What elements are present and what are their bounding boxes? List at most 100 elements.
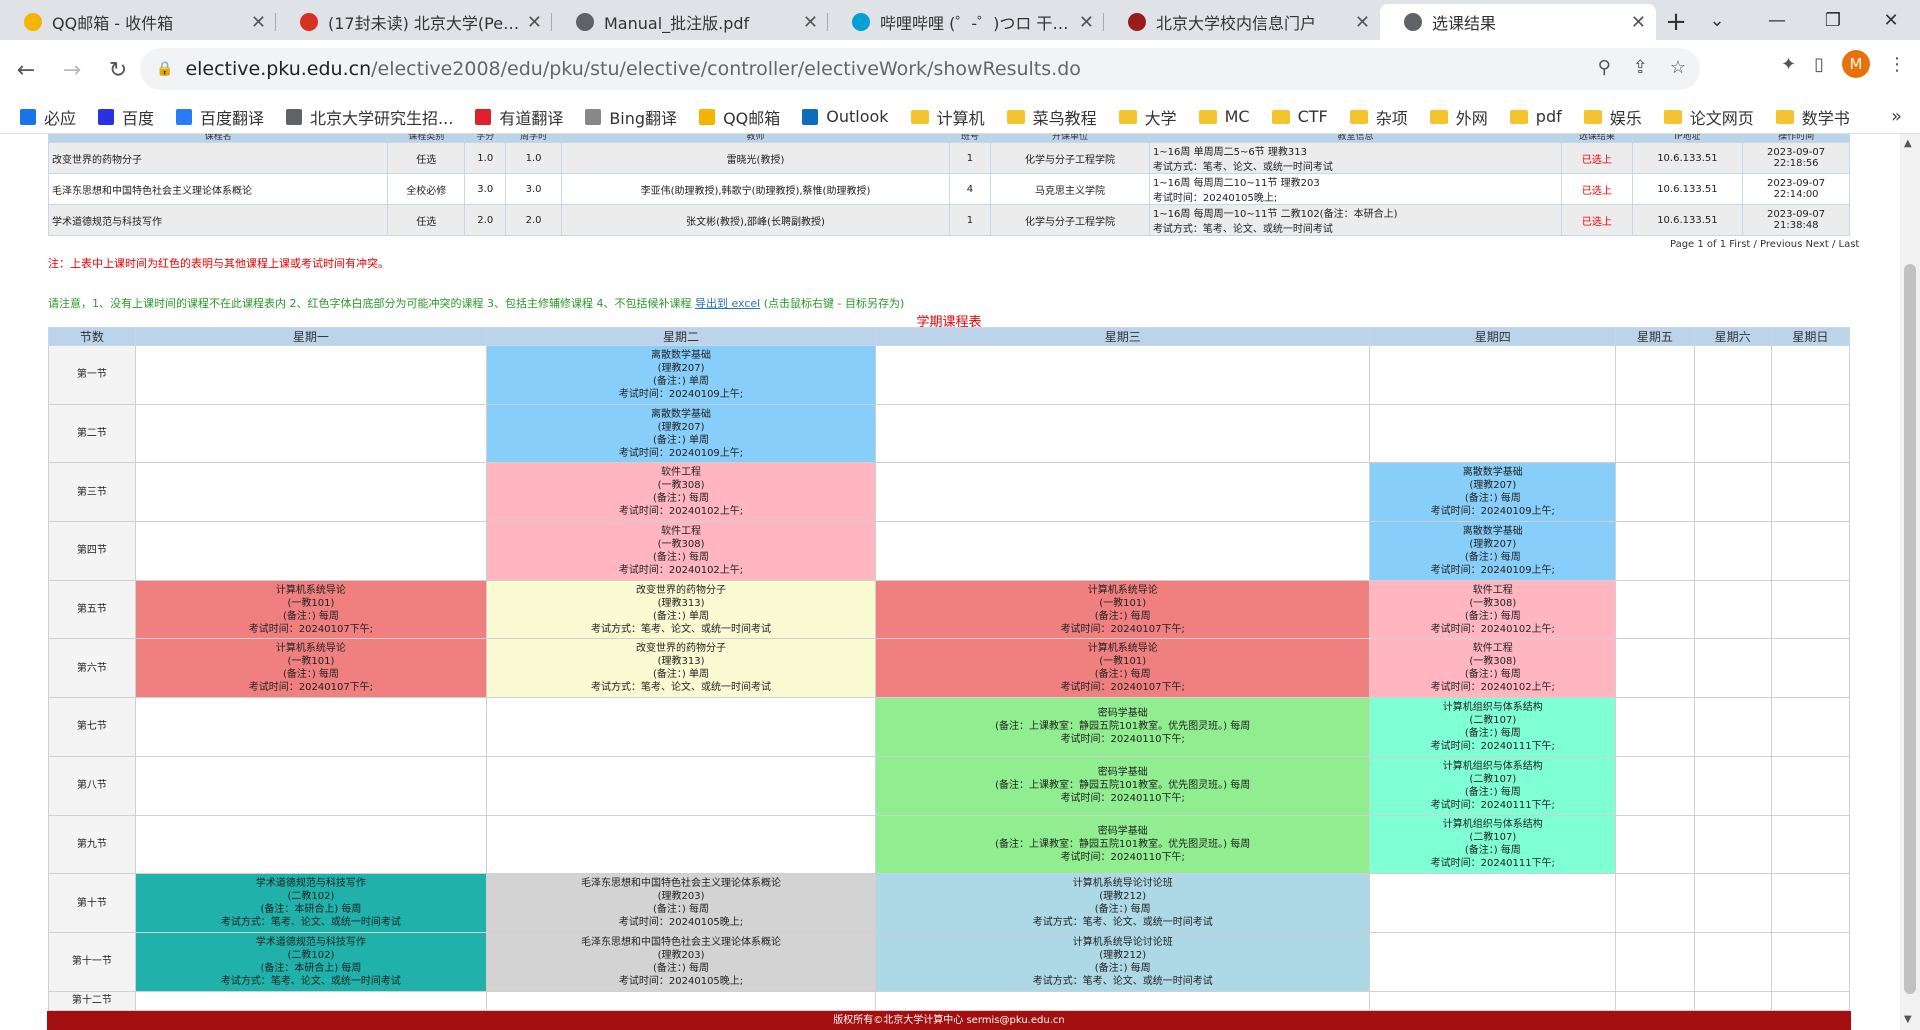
folder-icon [1006, 109, 1025, 124]
cell-class_no: 1 [948, 204, 991, 236]
course-line: (备注：) 每周 [1464, 727, 1521, 739]
reload-icon[interactable]: ↻ [98, 50, 138, 90]
schedule-cell [1693, 755, 1772, 816]
tab-2[interactable]: (17封未读) 北京大学(Peking ✕ [276, 4, 552, 40]
tab-3[interactable]: Manual_批注版.pdf ✕ [552, 4, 828, 40]
tab-4[interactable]: 哔哩哔哩 (゜-゜)つロ 干杯~ ✕ [828, 4, 1104, 40]
course-line: 考试时间：20240109上午; [618, 447, 744, 459]
menu-icon[interactable]: ⋮ [1888, 54, 1906, 75]
bookmark-13[interactable]: CTF [1271, 107, 1328, 126]
share-icon[interactable]: ⇪ [1633, 57, 1648, 78]
schedule-cell [1693, 403, 1772, 464]
lock-icon[interactable]: 🔒 [156, 61, 173, 77]
bookmark-1[interactable]: 必应 [20, 105, 76, 129]
bookmark-9[interactable]: 计算机 [910, 105, 985, 129]
course-cell: 计算机组织与体系结构 (二教107) (备注：) 每周 考试时间：20240111下午… [1369, 755, 1617, 816]
course-line: (备注：上课教室：静园五院101教室。优先图灵班。) 每周 [995, 721, 1251, 733]
tab-close-icon[interactable]: ✕ [1079, 12, 1094, 33]
course-line: 计算机系统导论 [1087, 643, 1158, 655]
bookmark-10[interactable]: 菜鸟教程 [1006, 105, 1097, 129]
bookmark-14[interactable]: 杂项 [1349, 105, 1408, 129]
course-line: 考试时间：20240109上午; [1430, 564, 1555, 576]
extensions-icon[interactable]: ✦ [1781, 54, 1796, 75]
table-row: 改变世界的药物分子 任选 1.0 1.0 雷晓光(教授) 1 化学与分子工程学院 1~16周 … [47, 142, 1850, 174]
scrollbar-thumb[interactable] [1904, 264, 1916, 994]
side-panel-icon[interactable]: ▯ [1814, 54, 1824, 75]
bookmark-2[interactable]: 百度 [98, 105, 154, 129]
bookmark-label: QQ邮箱 [723, 108, 781, 128]
avatar[interactable]: M [1842, 50, 1870, 78]
scroll-up-icon[interactable]: ▲ [1904, 138, 1912, 149]
back-icon[interactable]: ← [6, 50, 46, 90]
bookmark-18[interactable]: 论文网页 [1663, 105, 1754, 129]
course-line: 考试方式：笔考、论文、或统一时间考试 [220, 975, 401, 987]
bookmark-11[interactable]: 大学 [1118, 105, 1177, 129]
course-line: (理教203) [657, 891, 705, 903]
cell-dept: 化学与分子工程学院 [989, 204, 1150, 236]
address-bar[interactable]: 🔒 elective.pku.edu.cn/elective2008/edu/p… [140, 48, 1700, 90]
cell-result: 已选上 [1561, 142, 1633, 174]
course-line: (备注：) 每周 [1094, 962, 1151, 974]
schedule-cell [1615, 873, 1695, 933]
bookmark-7[interactable]: QQ邮箱 [699, 105, 780, 129]
tab-favicon-icon [24, 13, 42, 31]
schedule-cell [875, 990, 1371, 1011]
bookmark-12[interactable]: MC [1198, 107, 1250, 126]
bookmark-17[interactable]: 娱乐 [1583, 105, 1642, 129]
results-header: 教师 [560, 134, 950, 143]
tab-close-icon[interactable]: ✕ [1631, 12, 1646, 33]
zoom-icon[interactable]: ⚲ [1598, 57, 1611, 78]
schedule-cell [1615, 403, 1695, 464]
tab-5[interactable]: 北京大学校内信息门户 ✕ [1104, 4, 1380, 40]
course-line: (理教212) [1099, 949, 1147, 961]
bookmark-16[interactable]: pdf [1509, 107, 1562, 126]
schedule-cell [485, 697, 877, 757]
close-window-icon[interactable]: ✕ [1864, 0, 1918, 40]
bookmark-6[interactable]: Bing翻译 [585, 105, 677, 129]
bookmark-15[interactable]: 外网 [1429, 105, 1488, 129]
course-line: 软件工程 [1472, 643, 1513, 655]
scroll-down-icon[interactable]: ▼ [1904, 1014, 1912, 1025]
maximize-icon[interactable]: ❐ [1806, 0, 1860, 40]
course-line: 计算机组织与体系结构 [1442, 819, 1543, 831]
forward-icon[interactable]: → [52, 50, 92, 90]
course-line: (备注：) 每周 [1464, 786, 1521, 798]
bookmark-star-icon[interactable]: ☆ [1670, 57, 1686, 78]
bookmark-19[interactable]: 数学书 [1775, 105, 1850, 129]
bookmark-icon [176, 108, 193, 125]
tab-close-icon[interactable]: ✕ [803, 12, 818, 33]
tab-close-icon[interactable]: ✕ [251, 12, 266, 33]
room-line: 考试时间：20240105晚上; [1152, 193, 1278, 204]
schedule-cell [1770, 814, 1851, 875]
course-line: 计算机系统导论 [1087, 584, 1158, 596]
course-line: (一教101) [1099, 597, 1147, 609]
bookmark-4[interactable]: 北京大学研究生招... [286, 105, 453, 129]
cell-class_no: 1 [948, 142, 991, 174]
tab-search-icon[interactable]: ⌄ [1690, 0, 1744, 40]
tab-close-icon[interactable]: ✕ [527, 12, 542, 33]
tab-1[interactable]: QQ邮箱 - 收件箱 ✕ [0, 4, 276, 40]
scrollbar[interactable]: ▲ ▼ [1900, 134, 1920, 1030]
minimize-icon[interactable]: — [1750, 0, 1804, 40]
tab-favicon-icon [852, 13, 870, 31]
tab-favicon-icon [1404, 13, 1422, 31]
tab-strip: QQ邮箱 - 收件箱 ✕ (17封未读) 北京大学(Peking ✕ Manual_批注… [0, 0, 1920, 40]
bookmark-5[interactable]: 有道翻译 [475, 105, 563, 129]
course-line: (备注：) 每周 [282, 669, 339, 681]
schedule-cell [1615, 755, 1695, 816]
cell-teacher: 雷晓光(教授) [560, 142, 950, 174]
bookmark-label: pdf [1535, 107, 1562, 126]
export-excel-link[interactable]: 导出到 excel [695, 297, 760, 310]
slot-label: 第十二节 [48, 990, 136, 1011]
table-row: 学术道德规范与科技写作 任选 2.0 2.0 张文彬(教授),邵峰(长聘副教授) 1 化学与… [47, 204, 1850, 236]
bookmark-8[interactable]: Outlook [802, 107, 889, 126]
tab-6[interactable]: 选课结果 ✕ [1380, 4, 1656, 40]
schedule-cell [1693, 462, 1772, 523]
course-cell: 离散数学基础 (理教207) (备注：) 每周 考试时间：20240109上午; [1369, 521, 1617, 581]
bookmarks-more-icon[interactable]: » [1891, 106, 1902, 127]
tab-close-icon[interactable]: ✕ [1355, 12, 1370, 33]
course-line: (理教313) [657, 597, 705, 609]
pager[interactable]: Page 1 of 1 First / Previous Next / Last [1670, 239, 1859, 250]
schedule-cell [1615, 697, 1695, 757]
bookmark-3[interactable]: 百度翻译 [176, 105, 264, 129]
